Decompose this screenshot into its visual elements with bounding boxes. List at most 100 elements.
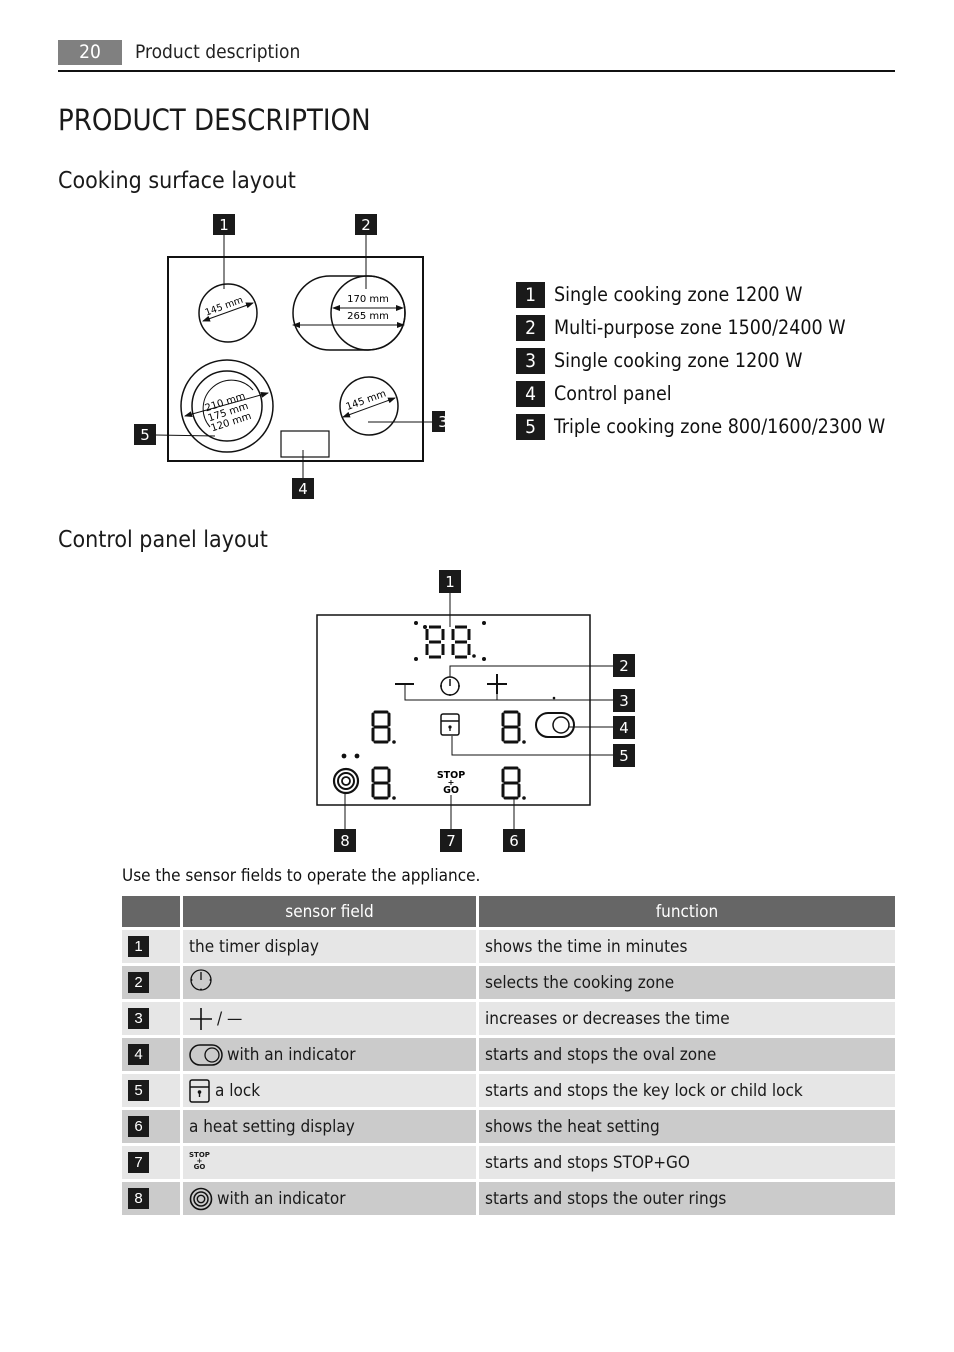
function-cell: starts and stops the oval zone xyxy=(479,1038,895,1071)
legend-number: 2 xyxy=(516,314,545,341)
table-row: 4 with an indicator starts and stops the… xyxy=(122,1038,895,1071)
header-sensor-field: sensor field xyxy=(183,896,476,927)
legend-item: 5 Triple cooking zone 800/1600/2300 W xyxy=(516,410,885,443)
callout-2: 2 xyxy=(613,654,635,677)
sensor-cell: with an indicator xyxy=(183,1182,476,1215)
callout-4: 4 xyxy=(292,478,314,499)
svg-text:8: 8 xyxy=(340,832,350,850)
function-cell: shows the time in minutes xyxy=(479,930,895,963)
intro-text: Use the sensor fields to operate the app… xyxy=(122,866,481,886)
table-header-row: sensor field function xyxy=(122,896,895,927)
plus-icon xyxy=(190,1007,212,1030)
callout-6: 6 xyxy=(503,829,525,852)
callout-3: 3 xyxy=(432,411,445,432)
svg-text:5: 5 xyxy=(140,426,150,444)
svg-text:GO: GO xyxy=(443,785,459,796)
row-number: 4 xyxy=(128,1044,149,1065)
sensor-cell: a heat setting display xyxy=(183,1110,476,1143)
table-row: 7 STOP + GO starts and stops STOP+GO xyxy=(122,1146,895,1179)
callout-4: 4 xyxy=(613,716,635,739)
callout-5: 5 xyxy=(613,744,635,767)
header-number xyxy=(122,896,180,927)
legend-number: 4 xyxy=(516,380,545,407)
sensor-cell: with an indicator xyxy=(183,1038,476,1071)
sensor-cell: STOP + GO xyxy=(183,1146,476,1179)
svg-text:3: 3 xyxy=(619,692,629,710)
running-header: Product description xyxy=(135,41,301,63)
legend-item: 3 Single cooking zone 1200 W xyxy=(516,344,885,377)
svg-text:1: 1 xyxy=(445,573,455,591)
sensor-cell xyxy=(183,966,476,999)
timer-display xyxy=(425,625,471,659)
svg-text:1: 1 xyxy=(219,216,229,234)
sensor-label: with an indicator xyxy=(227,1044,356,1065)
zone-3-dimension: 145 mm xyxy=(345,388,388,413)
callout-7: 7 xyxy=(440,829,462,852)
page-number: 20 xyxy=(58,40,122,65)
zone-2-inner-dimension: 170 mm xyxy=(347,294,389,305)
table-row: 1 the timer display shows the time in mi… xyxy=(122,930,895,963)
row-number: 8 xyxy=(128,1188,149,1209)
legend-text: Multi-purpose zone 1500/2400 W xyxy=(554,316,846,339)
page-title: PRODUCT DESCRIPTION xyxy=(58,103,371,137)
svg-text:4: 4 xyxy=(619,719,629,737)
sensor-cell: / — xyxy=(183,1002,476,1035)
oval-zone-icon xyxy=(535,712,575,738)
callout-5: 5 xyxy=(134,424,156,445)
control-panel-diagram: STOP + GO 1 2 3 4 5 6 7 8 xyxy=(316,570,635,852)
function-cell: selects the cooking zone xyxy=(479,966,895,999)
callout-2: 2 xyxy=(355,214,377,235)
svg-text:2: 2 xyxy=(619,657,629,675)
header-function: function xyxy=(479,896,895,927)
table-row: 6 a heat setting display shows the heat … xyxy=(122,1110,895,1143)
row-number: 1 xyxy=(128,936,149,957)
function-cell: starts and stops the key lock or child l… xyxy=(479,1074,895,1107)
callout-1: 1 xyxy=(439,570,461,593)
legend-number: 1 xyxy=(516,281,545,308)
heat-display-front-left xyxy=(371,710,398,746)
function-cell: starts and stops STOP+GO xyxy=(479,1146,895,1179)
table-row: 8 with an indicator starts and stops the… xyxy=(122,1182,895,1215)
heat-display-rear-right xyxy=(501,766,528,802)
legend-number: 3 xyxy=(516,347,545,374)
sensor-cell: a lock xyxy=(183,1074,476,1107)
callout-8: 8 xyxy=(334,829,356,852)
cooking-surface-diagram: 145 mm 170 mm 265 mm 210 mm 175 mm 120 m… xyxy=(134,214,445,499)
stop-go-icon: STOP + GO xyxy=(437,770,465,796)
legend-text: Control panel xyxy=(554,382,672,405)
outer-rings-icon xyxy=(189,1187,213,1210)
row-number: 3 xyxy=(128,1008,149,1029)
timer-select-icon xyxy=(190,969,212,991)
zone-2-outer-dimension: 265 mm xyxy=(347,311,389,322)
timer-select-icon xyxy=(440,676,460,696)
row-number: 5 xyxy=(128,1080,149,1101)
heat-display-front-right xyxy=(501,710,528,746)
sensor-label: with an indicator xyxy=(217,1188,346,1209)
plus-minus-label: / — xyxy=(217,1008,243,1029)
row-number: 7 xyxy=(128,1152,149,1173)
legend-text: Single cooking zone 1200 W xyxy=(554,283,803,306)
oval-zone-icon xyxy=(189,1043,223,1066)
row-number: 2 xyxy=(128,972,149,993)
svg-text:6: 6 xyxy=(509,832,519,850)
legend-text: Triple cooking zone 800/1600/2300 W xyxy=(554,415,886,438)
function-cell: increases or decreases the time xyxy=(479,1002,895,1035)
header-divider xyxy=(58,70,895,72)
section-heading-cooking-surface: Cooking surface layout xyxy=(58,168,296,194)
callout-1: 1 xyxy=(213,214,235,235)
lock-icon xyxy=(440,713,460,736)
callout-3: 3 xyxy=(613,689,635,712)
legend-item: 4 Control panel xyxy=(516,377,885,410)
outer-rings-icon xyxy=(332,767,360,795)
table-row: 2 selects the cooking zone xyxy=(122,966,895,999)
legend-item: 2 Multi-purpose zone 1500/2400 W xyxy=(516,311,885,344)
lock-icon xyxy=(189,1078,210,1103)
svg-text:5: 5 xyxy=(619,747,629,765)
function-cell: starts and stops the outer rings xyxy=(479,1182,895,1215)
sensor-field-table: sensor field function 1 the timer displa… xyxy=(119,893,898,1218)
section-heading-control-panel: Control panel layout xyxy=(58,527,268,553)
table-row: 3 / — increases or decreases the time xyxy=(122,1002,895,1035)
control-panel-box xyxy=(280,430,330,458)
svg-text:2: 2 xyxy=(361,216,371,234)
heat-display-rear-left xyxy=(371,766,398,802)
